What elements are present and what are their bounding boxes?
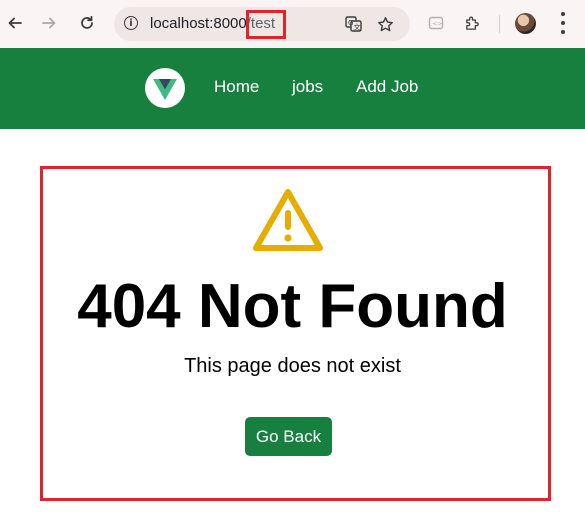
- browser-toolbar: i localhost:8000/test G文 <>: [0, 0, 585, 49]
- nav-link-add-job[interactable]: Add Job: [356, 77, 418, 97]
- warning-triangle-icon: [250, 186, 326, 254]
- go-back-button[interactable]: Go Back: [245, 417, 332, 456]
- vue-logo[interactable]: [145, 68, 185, 108]
- page-title: 404 Not Found: [77, 272, 508, 341]
- app-navbar: Home jobs Add Job: [0, 48, 585, 129]
- star-icon[interactable]: [376, 15, 394, 33]
- info-icon[interactable]: i: [124, 16, 138, 30]
- url-path-highlight: [246, 10, 286, 39]
- translate-icon[interactable]: G文: [344, 15, 362, 33]
- nav-link-home[interactable]: Home: [214, 77, 259, 97]
- back-arrow-icon[interactable]: [4, 12, 26, 34]
- puzzle-icon[interactable]: [462, 13, 482, 33]
- page-subtitle: This page does not exist: [184, 355, 401, 377]
- forward-arrow-icon[interactable]: [38, 12, 60, 34]
- more-menu-icon[interactable]: [560, 12, 566, 34]
- profile-avatar[interactable]: [515, 13, 536, 34]
- extension-box-icon[interactable]: <>: [426, 13, 446, 33]
- reload-icon[interactable]: [76, 12, 98, 34]
- svg-text:文: 文: [353, 23, 360, 32]
- nav-link-jobs[interactable]: jobs: [292, 77, 323, 97]
- toolbar-divider: [499, 15, 500, 33]
- svg-text:<>: <>: [432, 21, 442, 28]
